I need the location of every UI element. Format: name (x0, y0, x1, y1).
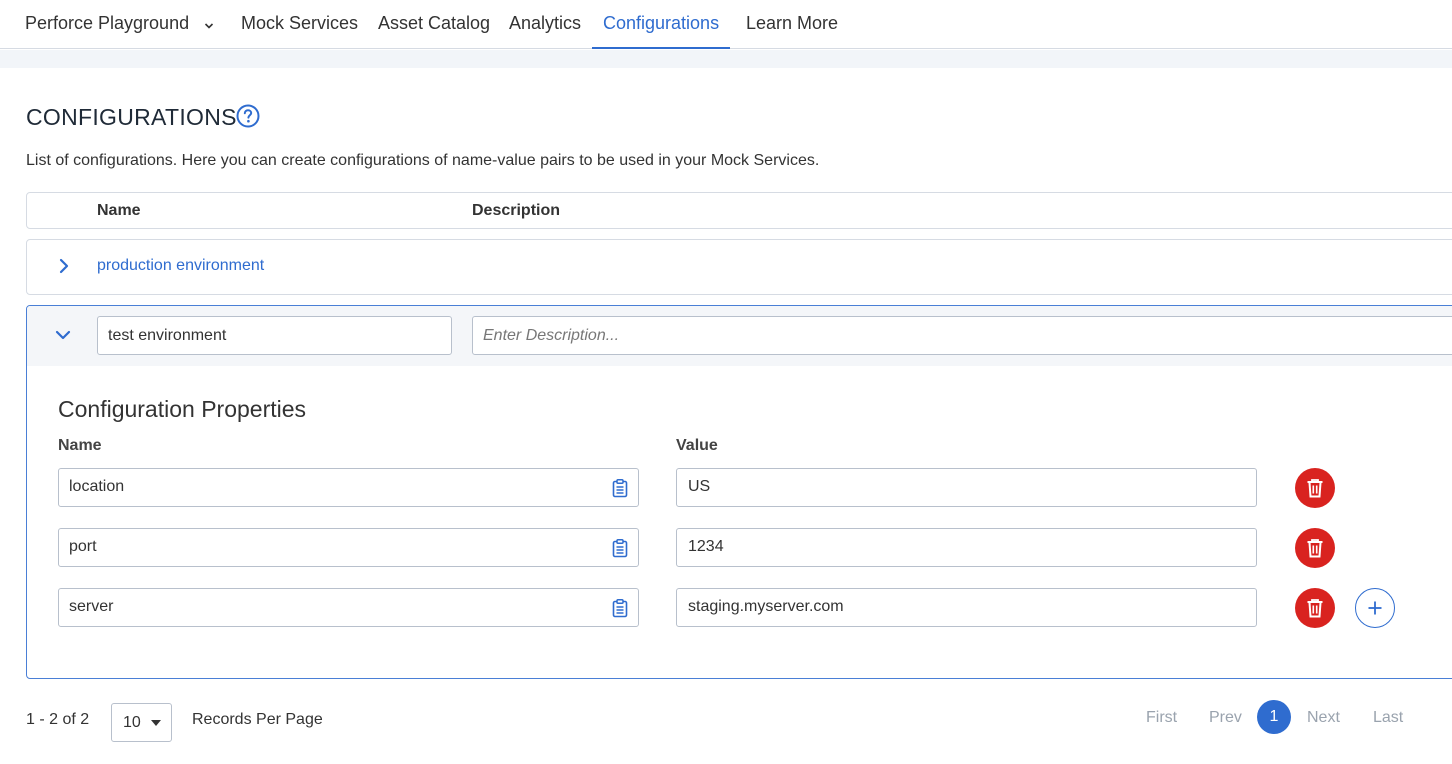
nav-item-label: Perforce Playground (25, 13, 190, 33)
clipboard-icon[interactable] (610, 598, 630, 618)
chevron-down-icon (204, 1, 214, 48)
property-value-field[interactable]: staging.myserver.com (676, 588, 1257, 627)
question-circle-icon[interactable] (236, 104, 260, 128)
nav-item-configurations[interactable]: Configurations (592, 0, 731, 49)
configuration-name-link[interactable]: production environment (97, 257, 264, 275)
records-per-page-label: Records Per Page (192, 711, 323, 728)
pagination-next[interactable]: Next (1307, 709, 1340, 727)
property-value-text: 1234 (688, 538, 724, 555)
delete-property-button[interactable] (1295, 528, 1335, 568)
nav-item-asset-catalog[interactable]: Asset Catalog (378, 0, 490, 49)
property-name-label: Name (58, 437, 102, 454)
pagination-current-page[interactable]: 1 (1257, 700, 1291, 734)
records-per-page-value: 10 (123, 714, 141, 731)
chevron-right-icon[interactable] (55, 257, 73, 275)
pagination-last[interactable]: Last (1373, 709, 1403, 727)
nav-item-mock-services[interactable]: Mock Services (241, 0, 358, 49)
trash-icon (1307, 599, 1323, 618)
records-per-page-select[interactable]: 10 (111, 703, 172, 742)
property-name-field[interactable]: port (58, 528, 639, 567)
column-header-description[interactable]: Description (472, 202, 560, 220)
property-name-field[interactable]: server (58, 588, 639, 627)
delete-property-button[interactable] (1295, 588, 1335, 628)
property-value-field[interactable]: US (676, 468, 1257, 507)
properties-title: Configuration Properties (58, 396, 307, 422)
property-name-text: port (69, 538, 97, 555)
delete-property-button[interactable] (1295, 468, 1335, 508)
pagination-prev[interactable]: Prev (1209, 709, 1242, 727)
table-row: production environment (26, 239, 1452, 295)
chevron-down-icon[interactable] (54, 326, 72, 344)
header-strip (0, 50, 1452, 68)
add-property-button[interactable] (1355, 588, 1395, 628)
property-name-field[interactable]: location (58, 468, 639, 507)
nav-item-analytics[interactable]: Analytics (509, 0, 581, 49)
table-header: Name Description (26, 192, 1452, 229)
property-value-label: Value (676, 437, 718, 454)
page-title: CONFIGURATIONS (26, 104, 237, 130)
column-header-name[interactable]: Name (97, 202, 141, 220)
page-description: List of configurations. Here you can cre… (26, 152, 820, 169)
plus-icon (1368, 601, 1382, 615)
caret-down-icon (151, 720, 161, 726)
pagination-first[interactable]: First (1146, 709, 1177, 727)
property-name-text: location (69, 478, 125, 495)
configuration-name-input[interactable]: test environment (97, 316, 452, 355)
property-value-text: US (688, 478, 711, 495)
property-value-field[interactable]: 1234 (676, 528, 1257, 567)
top-nav: Perforce Playground Mock Services Asset … (0, 0, 1452, 49)
trash-icon (1307, 539, 1323, 558)
property-name-text: server (69, 598, 114, 615)
configuration-description-input[interactable]: Enter Description... (472, 316, 1452, 355)
nav-item-learn-more[interactable]: Learn More (746, 0, 838, 49)
property-value-text: staging.myserver.com (688, 598, 844, 615)
trash-icon (1307, 479, 1323, 498)
clipboard-icon[interactable] (610, 538, 630, 558)
nav-item-workspace[interactable]: Perforce Playground (25, 0, 214, 49)
clipboard-icon[interactable] (610, 478, 630, 498)
row-edit-header: test environment Enter Description... (27, 306, 1452, 366)
table-row-expanded: test environment Enter Description... Co… (26, 305, 1452, 679)
records-count: 1 - 2 of 2 (26, 711, 90, 728)
